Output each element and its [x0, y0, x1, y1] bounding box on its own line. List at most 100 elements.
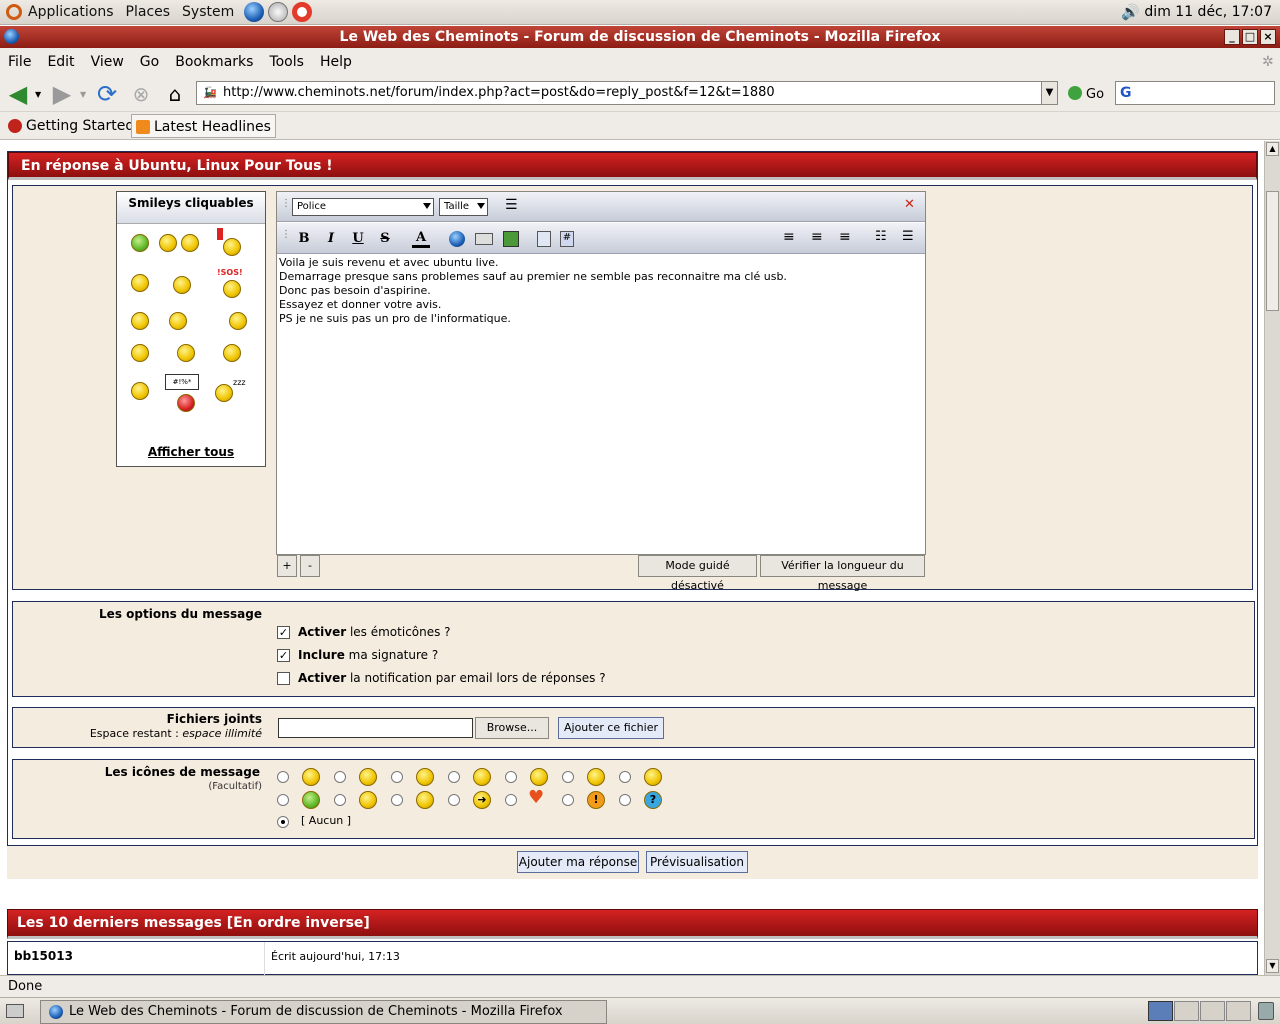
align-left-icon[interactable]: ≡: [783, 229, 795, 245]
window-titlebar[interactable]: Le Web des Cheminots - Forum de discussi…: [0, 26, 1280, 48]
smiley-captain-icon[interactable]: [173, 276, 191, 294]
workspace-4[interactable]: [1226, 1001, 1251, 1021]
smiley-happy-icon[interactable]: [159, 234, 177, 252]
icon-radio[interactable]: [619, 771, 631, 783]
maximize-button[interactable]: □: [1242, 29, 1258, 45]
signature-checkbox[interactable]: ✓: [277, 649, 290, 662]
strikethrough-icon[interactable]: S: [376, 231, 394, 246]
quote-icon[interactable]: [537, 231, 551, 247]
url-history-dropdown[interactable]: ▼: [1041, 81, 1058, 105]
close-window-button[interactable]: ×: [1260, 29, 1276, 45]
icon-radio[interactable]: [334, 771, 346, 783]
help-launcher-icon[interactable]: [292, 2, 313, 22]
smiley-thumbsup-icon[interactable]: [223, 344, 241, 362]
icon-radio[interactable]: [391, 771, 403, 783]
bold-icon[interactable]: B: [295, 231, 313, 246]
emoticons-checkbox[interactable]: ✓: [277, 626, 290, 639]
submit-reply-button[interactable]: Ajouter ma réponse: [517, 851, 639, 873]
text-color-icon[interactable]: A: [412, 231, 430, 248]
italic-icon[interactable]: I: [322, 231, 340, 246]
smiley-angry-icon[interactable]: [131, 382, 149, 400]
preview-button[interactable]: Prévisualisation: [646, 851, 748, 873]
smiley-smile-icon[interactable]: [181, 234, 199, 252]
smiley-kiss-icon[interactable]: [169, 312, 187, 330]
menu-file[interactable]: File: [0, 54, 39, 70]
indent-icon[interactable]: ☰: [505, 197, 518, 213]
smiley-surprised-icon[interactable]: [131, 312, 149, 330]
forward-arrow-icon[interactable]: ▶: [48, 80, 76, 108]
smiley-wink-icon[interactable]: [229, 312, 247, 330]
icon-radio[interactable]: [505, 771, 517, 783]
icon-radio[interactable]: [619, 794, 631, 806]
insert-email-icon[interactable]: [475, 233, 493, 245]
code-icon[interactable]: #: [560, 231, 574, 247]
unordered-list-icon[interactable]: ☰: [902, 229, 914, 244]
scroll-down-arrow-icon[interactable]: ▼: [1266, 959, 1279, 973]
ubuntu-logo-icon[interactable]: [6, 4, 22, 20]
minimize-button[interactable]: _: [1224, 29, 1240, 45]
smiley-laugh-icon[interactable]: [131, 344, 149, 362]
taskbar-button-firefox[interactable]: Le Web des Cheminots - Forum de discussi…: [40, 1000, 607, 1024]
icon-radio[interactable]: [562, 771, 574, 783]
scroll-thumb[interactable]: [1266, 191, 1279, 311]
volume-icon[interactable]: 🔊: [1121, 3, 1140, 21]
firefox-window-icon[interactable]: [4, 29, 19, 44]
menu-system[interactable]: System: [176, 4, 240, 20]
font-select[interactable]: Police: [292, 198, 434, 216]
icon-radio-none[interactable]: [277, 816, 289, 828]
browse-button[interactable]: Browse...: [475, 717, 549, 739]
close-editor-icon[interactable]: ✕: [904, 197, 915, 212]
file-input[interactable]: [278, 718, 473, 738]
reload-icon[interactable]: ⟳: [93, 80, 121, 108]
workspace-2[interactable]: [1174, 1001, 1199, 1021]
check-length-button[interactable]: Vérifier la longueur du message: [760, 555, 925, 592]
icon-radio[interactable]: [277, 771, 289, 783]
show-all-smileys-link[interactable]: Afficher tous: [117, 445, 265, 459]
menu-applications[interactable]: Applications: [22, 4, 120, 20]
icon-radio[interactable]: [277, 794, 289, 806]
icon-radio[interactable]: [562, 794, 574, 806]
smiley-sleeping-icon[interactable]: [215, 384, 233, 402]
icon-radio[interactable]: [391, 794, 403, 806]
smiley-tongue-icon[interactable]: [177, 344, 195, 362]
size-select[interactable]: Taille: [439, 198, 488, 216]
url-bar[interactable]: 🚂 http://www.cheminots.net/forum/index.p…: [196, 81, 1042, 105]
smiley-sick-icon[interactable]: [131, 234, 149, 252]
home-icon[interactable]: ⌂: [161, 80, 189, 108]
evolution-launcher-icon[interactable]: [268, 2, 289, 22]
go-button[interactable]: Go: [1068, 86, 1104, 102]
workspace-1[interactable]: [1148, 1001, 1173, 1021]
smiley-referee-icon[interactable]: [223, 238, 241, 256]
notification-checkbox[interactable]: [277, 672, 290, 685]
align-center-icon[interactable]: ≡: [811, 229, 823, 245]
page-scrollbar[interactable]: ▲ ▼: [1264, 141, 1280, 975]
insert-link-icon[interactable]: [449, 231, 465, 247]
workspace-3[interactable]: [1200, 1001, 1225, 1021]
smiley-grin-icon[interactable]: [131, 274, 149, 292]
icon-radio[interactable]: [448, 794, 460, 806]
back-arrow-icon[interactable]: ◀: [4, 80, 32, 108]
bookmark-latest-headlines[interactable]: Latest Headlines: [131, 114, 276, 138]
ordered-list-icon[interactable]: ☷: [875, 229, 887, 244]
post-author[interactable]: bb15013: [14, 949, 73, 963]
grow-editor-button[interactable]: +: [277, 555, 297, 577]
menu-view[interactable]: View: [83, 54, 132, 70]
underline-icon[interactable]: U: [349, 231, 367, 246]
scroll-up-arrow-icon[interactable]: ▲: [1266, 142, 1279, 156]
insert-image-icon[interactable]: [503, 231, 519, 247]
search-box[interactable]: G: [1115, 81, 1275, 105]
forward-history-dropdown-icon[interactable]: ▼: [80, 90, 86, 99]
menu-bookmarks[interactable]: Bookmarks: [167, 54, 261, 70]
firefox-launcher-icon[interactable]: [244, 2, 265, 22]
smiley-sos-icon[interactable]: [223, 280, 241, 298]
trash-icon[interactable]: [1258, 1002, 1274, 1020]
menu-help[interactable]: Help: [312, 54, 360, 70]
menu-tools[interactable]: Tools: [261, 54, 312, 70]
shrink-editor-button[interactable]: -: [300, 555, 320, 577]
add-file-button[interactable]: Ajouter ce fichier: [558, 717, 664, 739]
align-right-icon[interactable]: ≡: [839, 229, 851, 245]
guided-mode-button[interactable]: Mode guidé désactivé: [638, 555, 757, 592]
icon-radio[interactable]: [334, 794, 346, 806]
menu-places[interactable]: Places: [120, 4, 177, 20]
panel-clock[interactable]: dim 11 déc, 17:07: [1144, 4, 1272, 20]
